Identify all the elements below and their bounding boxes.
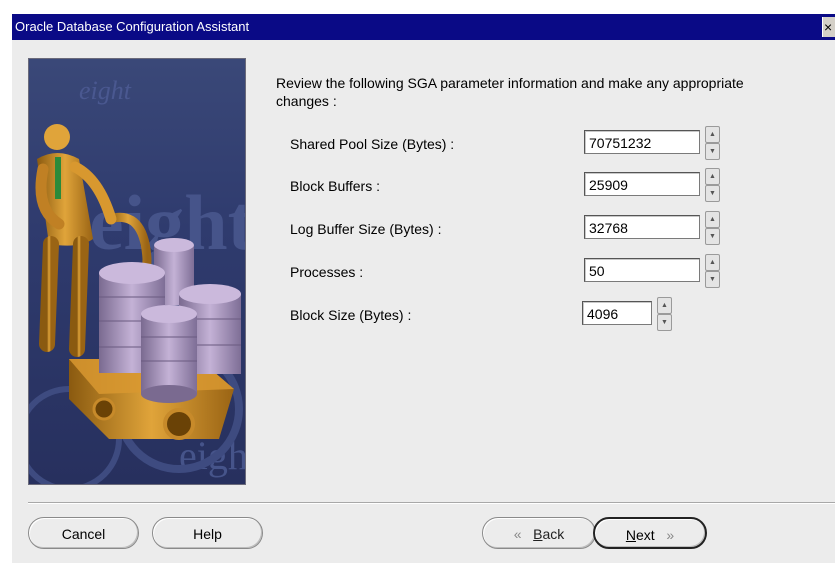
shared-pool-size-label: Shared Pool Size (Bytes) : [290,136,455,152]
spinner-down-icon[interactable]: ▼ [705,271,720,288]
processes-spinner: ▲ ▼ [705,254,720,288]
cancel-button[interactable]: Cancel [28,517,139,549]
spinner-up-icon[interactable]: ▲ [705,254,720,271]
worker-head [44,124,70,150]
wizard-illustration: eight eight eigh [28,58,246,485]
spinner-down-icon[interactable]: ▼ [705,185,720,202]
block-size-label: Block Size (Bytes) : [290,307,412,323]
close-icon[interactable]: × [822,17,835,37]
window-title: Oracle Database Configuration Assistant [15,19,250,34]
instructions-text: Review the following SGA parameter infor… [276,75,744,109]
block-size-spinner: ▲ ▼ [657,297,672,331]
shared-pool-size-input[interactable]: 70751232 [584,130,700,154]
block-buffers-label: Block Buffers : [290,178,381,194]
next-button[interactable]: Next » [593,517,707,549]
back-mnemonic: B [533,526,543,542]
processes-label: Processes : [290,264,364,280]
back-button[interactable]: « Back [482,517,596,549]
log-buffer-size-spinner: ▲ ▼ [705,211,720,245]
worker-with-database-cart-image: eight eight eigh [29,76,245,484]
help-button[interactable]: Help [152,517,263,549]
spinner-up-icon[interactable]: ▲ [657,297,672,314]
processes-input[interactable]: 50 [584,258,700,282]
block-buffers-input[interactable]: 25909 [584,172,700,196]
block-size-input[interactable]: 4096 [582,301,652,325]
footer-divider [28,502,835,504]
spinner-down-icon[interactable]: ▼ [657,314,672,331]
log-buffer-size-input[interactable]: 32768 [584,215,700,239]
log-buffer-size-label: Log Buffer Size (Bytes) : [290,221,442,237]
spinner-down-icon[interactable]: ▼ [705,228,720,245]
title-bar[interactable]: Oracle Database Configuration Assistant … [12,14,835,40]
spinner-up-icon[interactable]: ▲ [705,211,720,228]
next-label-rest: ext [635,527,655,543]
next-mnemonic: N [625,527,636,543]
back-label-rest: ack [542,526,565,542]
spinner-up-icon[interactable]: ▲ [705,126,720,143]
spinner-up-icon[interactable]: ▲ [705,168,720,185]
block-buffers-spinner: ▲ ▼ [705,168,720,202]
wizard-window: Oracle Database Configuration Assistant … [11,13,835,563]
watermark-text-1: eight [79,76,132,105]
shared-pool-size-spinner: ▲ ▼ [705,126,720,160]
spinner-down-icon[interactable]: ▼ [705,143,720,160]
next-arrow-icon: » [666,527,675,543]
back-arrow-icon: « [513,526,522,542]
